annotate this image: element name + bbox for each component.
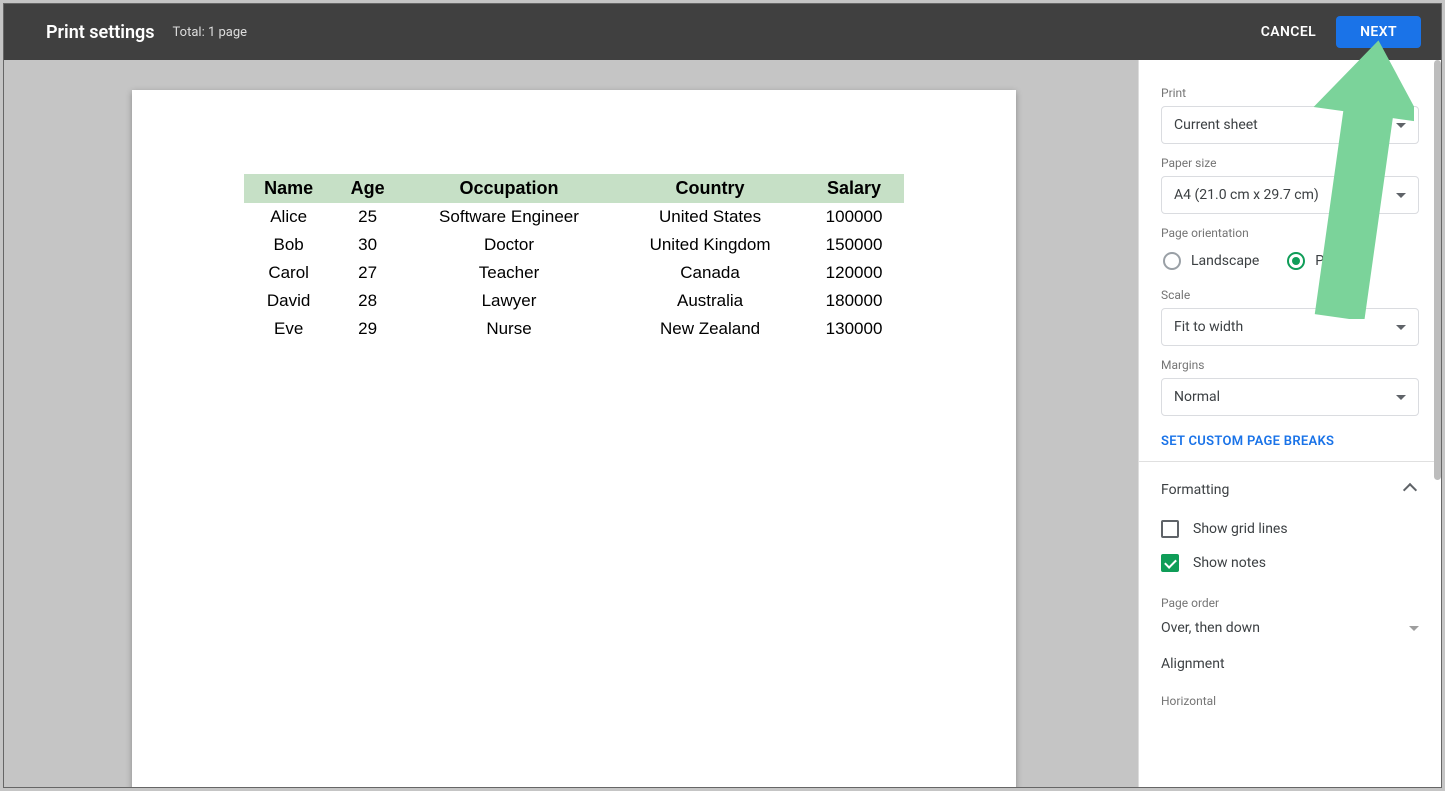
table-cell: 180000 <box>804 287 904 315</box>
cancel-button[interactable]: CANCEL <box>1261 24 1316 40</box>
settings-sidebar: Print Current sheet Paper size A4 (21.0 … <box>1138 60 1441 787</box>
chevron-down-icon <box>1396 123 1406 128</box>
table-cell: United Kingdom <box>616 231 804 259</box>
chevron-down-icon <box>1396 395 1406 400</box>
next-button[interactable]: NEXT <box>1336 16 1421 48</box>
scale-select[interactable]: Fit to width <box>1161 308 1419 346</box>
show-notes-checkbox[interactable]: Show notes <box>1161 546 1419 580</box>
table-cell: Carol <box>244 259 333 287</box>
print-select[interactable]: Current sheet <box>1161 106 1419 144</box>
table-cell: Eve <box>244 315 333 343</box>
radio-icon <box>1163 252 1181 270</box>
table-header: Occupation <box>402 174 616 203</box>
table-header: Name <box>244 174 333 203</box>
orientation-portrait-radio[interactable]: Portrait <box>1287 252 1361 270</box>
table-cell: 25 <box>333 203 402 231</box>
table-cell: Teacher <box>402 259 616 287</box>
margins-select[interactable]: Normal <box>1161 378 1419 416</box>
table-cell: Alice <box>244 203 333 231</box>
page-order-select[interactable]: Over, then down <box>1161 616 1419 650</box>
show-gridlines-checkbox[interactable]: Show grid lines <box>1161 512 1419 546</box>
table-row: Carol27TeacherCanada120000 <box>244 259 904 287</box>
custom-page-breaks-link[interactable]: SET CUSTOM PAGE BREAKS <box>1161 434 1419 449</box>
table-cell: Doctor <box>402 231 616 259</box>
paper-size-select[interactable]: A4 (21.0 cm x 29.7 cm) <box>1161 176 1419 214</box>
table-cell: Software Engineer <box>402 203 616 231</box>
page-order-label: Page order <box>1161 596 1419 610</box>
header-bar: Print settings Total: 1 page CANCEL NEXT <box>4 4 1441 60</box>
table-row: Bob30DoctorUnited Kingdom150000 <box>244 231 904 259</box>
table-cell: 30 <box>333 231 402 259</box>
print-value: Current sheet <box>1174 117 1258 133</box>
table-cell: Nurse <box>402 315 616 343</box>
table-cell: Lawyer <box>402 287 616 315</box>
orientation-portrait-label: Portrait <box>1315 253 1361 269</box>
data-table: NameAgeOccupationCountrySalary Alice25So… <box>244 174 904 343</box>
table-row: David28LawyerAustralia180000 <box>244 287 904 315</box>
page-total: Total: 1 page <box>173 25 248 40</box>
orientation-landscape-radio[interactable]: Landscape <box>1163 252 1259 270</box>
scrollbar-thumb[interactable] <box>1434 60 1441 480</box>
table-header: Salary <box>804 174 904 203</box>
table-cell: 27 <box>333 259 402 287</box>
orientation-landscape-label: Landscape <box>1191 253 1259 269</box>
divider <box>1139 461 1441 462</box>
checkbox-icon <box>1161 520 1179 538</box>
checkbox-icon <box>1161 554 1179 572</box>
table-cell: Bob <box>244 231 333 259</box>
table-cell: United States <box>616 203 804 231</box>
margins-value: Normal <box>1174 389 1220 405</box>
table-header: Age <box>333 174 402 203</box>
page-preview: NameAgeOccupationCountrySalary Alice25So… <box>132 90 1016 787</box>
table-cell: 29 <box>333 315 402 343</box>
horizontal-label: Horizontal <box>1161 694 1419 708</box>
margins-label: Margins <box>1161 358 1419 372</box>
table-cell: New Zealand <box>616 315 804 343</box>
table-cell: Australia <box>616 287 804 315</box>
orientation-label: Page orientation <box>1161 226 1419 240</box>
radio-icon <box>1287 252 1305 270</box>
preview-area: NameAgeOccupationCountrySalary Alice25So… <box>4 60 1136 787</box>
table-header: Country <box>616 174 804 203</box>
paper-size-label: Paper size <box>1161 156 1419 170</box>
print-label: Print <box>1161 86 1419 100</box>
scale-value: Fit to width <box>1174 319 1243 335</box>
chevron-up-icon <box>1403 483 1417 497</box>
table-cell: 130000 <box>804 315 904 343</box>
table-row: Alice25Software EngineerUnited States100… <box>244 203 904 231</box>
page-title: Print settings <box>46 22 155 43</box>
paper-size-value: A4 (21.0 cm x 29.7 cm) <box>1174 187 1319 203</box>
formatting-section-toggle[interactable]: Formatting <box>1161 476 1419 512</box>
table-row: Eve29NurseNew Zealand130000 <box>244 315 904 343</box>
table-cell: 100000 <box>804 203 904 231</box>
table-cell: 120000 <box>804 259 904 287</box>
formatting-label: Formatting <box>1161 482 1229 498</box>
chevron-down-icon <box>1396 193 1406 198</box>
show-notes-label: Show notes <box>1193 555 1266 571</box>
show-gridlines-label: Show grid lines <box>1193 521 1288 537</box>
scale-label: Scale <box>1161 288 1419 302</box>
table-cell: David <box>244 287 333 315</box>
chevron-down-icon <box>1409 626 1419 631</box>
page-order-value: Over, then down <box>1161 620 1260 636</box>
table-cell: 150000 <box>804 231 904 259</box>
table-cell: Canada <box>616 259 804 287</box>
chevron-down-icon <box>1396 325 1406 330</box>
alignment-label: Alignment <box>1161 650 1419 682</box>
table-cell: 28 <box>333 287 402 315</box>
